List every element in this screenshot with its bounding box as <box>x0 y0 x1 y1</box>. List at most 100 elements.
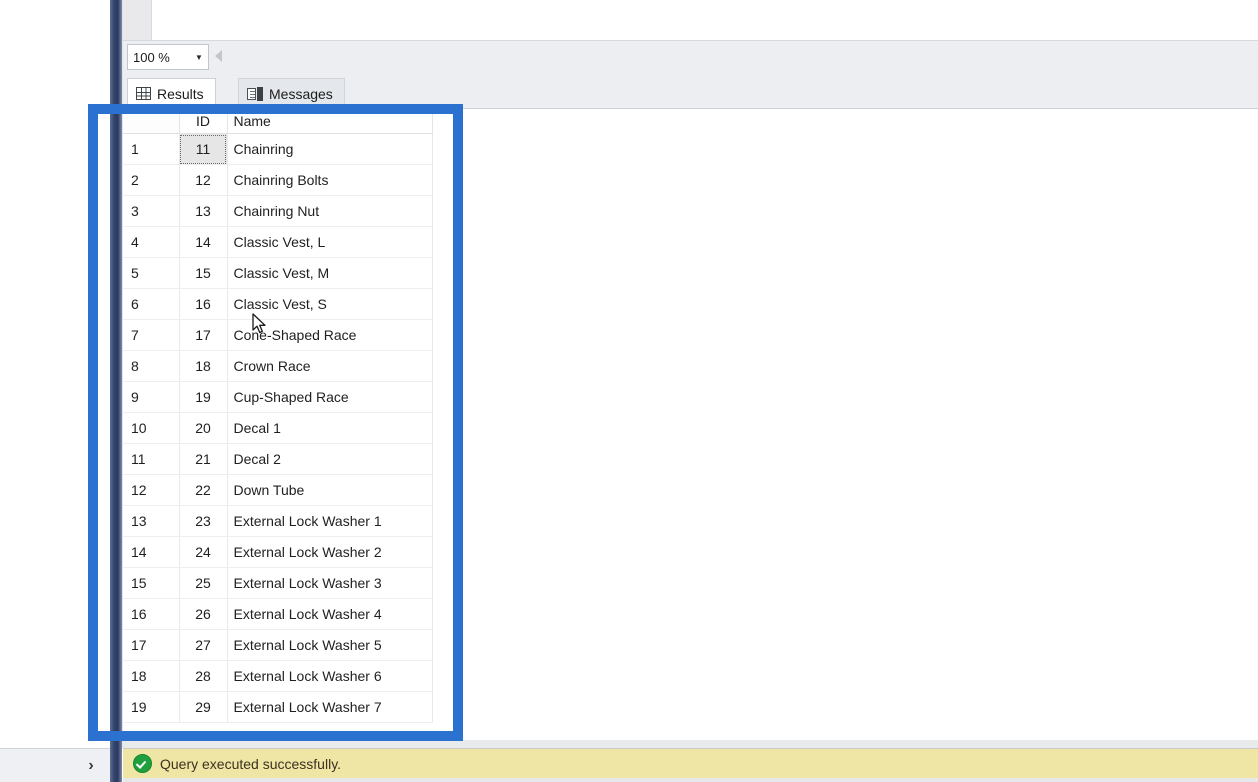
table-row[interactable]: 18 28 External Lock Washer 6 <box>123 660 433 692</box>
cell-id[interactable]: 15 <box>179 257 228 289</box>
row-number-cell[interactable]: 14 <box>123 536 180 568</box>
bottom-left-expand-bar[interactable]: › <box>0 748 111 782</box>
row-number-cell[interactable]: 13 <box>123 505 180 537</box>
editor-line-number-gutter <box>123 0 152 40</box>
cell-id[interactable]: 27 <box>179 629 228 661</box>
cell-name[interactable]: Decal 1 <box>227 412 433 444</box>
tab-messages[interactable]: Messages <box>238 78 345 108</box>
tab-results[interactable]: Results <box>127 78 216 108</box>
cell-id[interactable]: 24 <box>179 536 228 568</box>
tab-results-label: Results <box>157 85 204 102</box>
cell-id[interactable]: 12 <box>179 164 228 196</box>
cell-name[interactable]: External Lock Washer 2 <box>227 536 433 568</box>
cell-name[interactable]: Cone-Shaped Race <box>227 319 433 351</box>
table-row[interactable]: 9 19 Cup-Shaped Race <box>123 381 433 413</box>
table-header-row: ID Name <box>123 109 433 134</box>
cell-id[interactable]: 11 <box>179 133 228 165</box>
cell-id[interactable]: 18 <box>179 350 228 382</box>
message-document-icon <box>247 86 263 101</box>
zoom-level-value: 100 % <box>133 49 170 65</box>
row-number-cell[interactable]: 3 <box>123 195 180 227</box>
zoom-level-combobox[interactable]: 100 % ▼ <box>127 44 209 70</box>
table-row[interactable]: 1 11 Chainring <box>123 133 433 165</box>
row-number-cell[interactable]: 10 <box>123 412 180 444</box>
row-number-cell[interactable]: 5 <box>123 257 180 289</box>
cell-id[interactable]: 19 <box>179 381 228 413</box>
cell-name[interactable]: Classic Vest, S <box>227 288 433 320</box>
table-row[interactable]: 11 21 Decal 2 <box>123 443 433 475</box>
table-row[interactable]: 4 14 Classic Vest, L <box>123 226 433 258</box>
cell-name[interactable]: Classic Vest, L <box>227 226 433 258</box>
query-editor-area[interactable] <box>123 0 1258 40</box>
table-row[interactable]: 10 20 Decal 1 <box>123 412 433 444</box>
cell-id[interactable]: 17 <box>179 319 228 351</box>
table-row[interactable]: 6 16 Classic Vest, S <box>123 288 433 320</box>
cell-name[interactable]: External Lock Washer 5 <box>227 629 433 661</box>
table-row[interactable]: 7 17 Cone-Shaped Race <box>123 319 433 351</box>
cell-id[interactable]: 16 <box>179 288 228 320</box>
table-row[interactable]: 16 26 External Lock Washer 4 <box>123 598 433 630</box>
column-header-rownum[interactable] <box>123 109 180 134</box>
table-row[interactable]: 5 15 Classic Vest, M <box>123 257 433 289</box>
row-number-cell[interactable]: 12 <box>123 474 180 506</box>
cell-name[interactable]: External Lock Washer 6 <box>227 660 433 692</box>
cell-name[interactable]: Crown Race <box>227 350 433 382</box>
tab-messages-label: Messages <box>269 85 333 102</box>
cell-id[interactable]: 14 <box>179 226 228 258</box>
results-grid-container[interactable]: ID Name 1 11 Chainring 2 12 Chainring Bolts 3 1… <box>123 108 1258 741</box>
row-number-cell[interactable]: 19 <box>123 691 180 723</box>
cell-id[interactable]: 28 <box>179 660 228 692</box>
cell-name[interactable]: External Lock Washer 3 <box>227 567 433 599</box>
table-row[interactable]: 8 18 Crown Race <box>123 350 433 382</box>
cell-id[interactable]: 21 <box>179 443 228 475</box>
cell-name[interactable]: Chainring <box>227 133 433 165</box>
row-number-cell[interactable]: 15 <box>123 567 180 599</box>
cell-name[interactable]: Chainring Nut <box>227 195 433 227</box>
table-row[interactable]: 14 24 External Lock Washer 2 <box>123 536 433 568</box>
cell-id[interactable]: 25 <box>179 567 228 599</box>
row-number-cell[interactable]: 4 <box>123 226 180 258</box>
row-number-cell[interactable]: 1 <box>123 133 180 165</box>
cell-id[interactable]: 22 <box>179 474 228 506</box>
cell-name[interactable]: Classic Vest, M <box>227 257 433 289</box>
status-message: Query executed successfully. <box>160 755 342 772</box>
results-table: ID Name 1 11 Chainring 2 12 Chainring Bolts 3 1… <box>123 109 433 723</box>
row-number-cell[interactable]: 11 <box>123 443 180 475</box>
chevron-down-icon[interactable]: ▼ <box>190 53 208 62</box>
row-number-cell[interactable]: 9 <box>123 381 180 413</box>
cell-name[interactable]: Down Tube <box>227 474 433 506</box>
table-row[interactable]: 12 22 Down Tube <box>123 474 433 506</box>
outer-workspace-blank <box>0 0 110 782</box>
row-number-cell[interactable]: 8 <box>123 350 180 382</box>
table-row[interactable]: 13 23 External Lock Washer 1 <box>123 505 433 537</box>
table-row[interactable]: 19 29 External Lock Washer 7 <box>123 691 433 723</box>
cell-id[interactable]: 23 <box>179 505 228 537</box>
column-header-name[interactable]: Name <box>227 109 433 134</box>
cell-name[interactable]: Chainring Bolts <box>227 164 433 196</box>
cell-name[interactable]: Cup-Shaped Race <box>227 381 433 413</box>
table-row[interactable]: 15 25 External Lock Washer 3 <box>123 567 433 599</box>
row-number-cell[interactable]: 18 <box>123 660 180 692</box>
cell-name[interactable]: Decal 2 <box>227 443 433 475</box>
row-number-cell[interactable]: 2 <box>123 164 180 196</box>
status-bar-underline <box>123 778 1258 782</box>
collapsed-panel-strip[interactable] <box>110 0 122 748</box>
row-number-cell[interactable]: 17 <box>123 629 180 661</box>
table-row[interactable]: 17 27 External Lock Washer 5 <box>123 629 433 661</box>
column-header-id[interactable]: ID <box>179 109 228 134</box>
cell-id[interactable]: 13 <box>179 195 228 227</box>
table-row[interactable]: 2 12 Chainring Bolts <box>123 164 433 196</box>
cell-id[interactable]: 29 <box>179 691 228 723</box>
row-number-cell[interactable]: 16 <box>123 598 180 630</box>
row-number-cell[interactable]: 6 <box>123 288 180 320</box>
cell-name[interactable]: External Lock Washer 7 <box>227 691 433 723</box>
triangle-left-icon[interactable] <box>215 50 222 62</box>
cell-id[interactable]: 26 <box>179 598 228 630</box>
row-number-cell[interactable]: 7 <box>123 319 180 351</box>
cell-name[interactable]: External Lock Washer 1 <box>227 505 433 537</box>
cell-name[interactable]: External Lock Washer 4 <box>227 598 433 630</box>
cell-id[interactable]: 20 <box>179 412 228 444</box>
chevron-right-icon[interactable]: › <box>80 755 102 777</box>
table-row[interactable]: 3 13 Chainring Nut <box>123 195 433 227</box>
editor-zoom-bar: 100 % ▼ <box>123 40 1258 74</box>
